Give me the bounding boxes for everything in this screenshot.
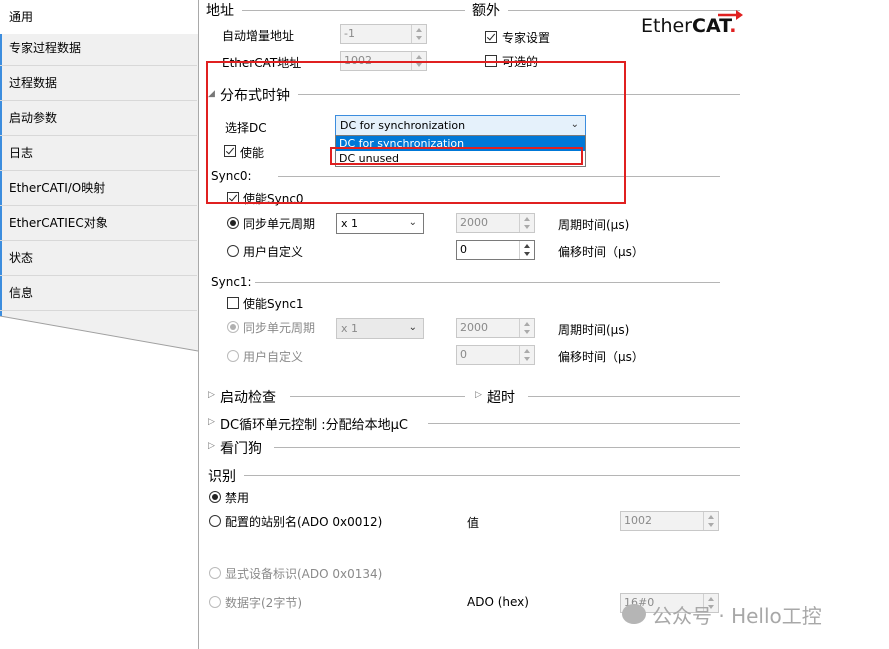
spinbox-value: 2000 [460, 321, 488, 334]
sync0-sync-unit-radio[interactable] [227, 217, 239, 229]
sync0-multiplier-dropdown[interactable]: x 1 ⌄ [336, 213, 424, 234]
sync0-user-defined-radio[interactable] [227, 245, 239, 257]
spinbox-value: 0 [460, 243, 467, 256]
tab-label: EtherCATI/O映射 [9, 181, 106, 195]
spinbox-arrows-icon[interactable] [411, 25, 426, 43]
tab-info[interactable]: 信息 [0, 276, 199, 310]
expand-triangle-icon[interactable]: ▷ [208, 441, 215, 451]
sync0-cycle-time-label: 周期时间(μs) [558, 218, 630, 232]
sync0-offset-time-label: 偏移时间（μs） [558, 245, 644, 259]
spinbox-arrows-icon[interactable] [519, 346, 534, 364]
auto-increment-address-spinbox[interactable]: -1 [340, 24, 427, 44]
spinbox-value: 2000 [460, 216, 488, 229]
sync0-cycle-time-spinbox[interactable]: 2000 [456, 213, 535, 233]
radio-dot-icon [230, 324, 236, 330]
timeout-header[interactable]: 超时 [487, 387, 515, 407]
extra-section-rule [472, 10, 740, 11]
watchdog-header[interactable]: 看门狗 [220, 438, 262, 458]
sync1-rule [255, 282, 720, 283]
watermark-text: 公众号 · Hello工控 [652, 604, 822, 628]
sync1-enable-label: 使能Sync1 [243, 297, 304, 311]
dropdown-value: x 1 [341, 217, 359, 230]
tab-label: 启动参数 [9, 111, 58, 125]
sync1-offset-time-label: 偏移时间（μs） [558, 350, 644, 364]
radio-dot-icon [212, 494, 218, 500]
wechat-icon [622, 604, 646, 624]
sync1-cycle-time-label: 周期时间(μs) [558, 323, 630, 337]
tab-label: EtherCATIEC对象 [9, 216, 108, 230]
sync1-user-defined-label: 用户自定义 [243, 350, 304, 364]
spinbox-arrows-icon[interactable] [703, 512, 718, 530]
auto-increment-address-label: 自动增量地址 [222, 29, 295, 43]
ident-explicit-radio[interactable] [209, 567, 221, 579]
tab-general[interactable]: 通用 [0, 0, 198, 34]
ident-alias-radio[interactable] [209, 515, 221, 527]
sync0-user-defined-label: 用户自定义 [243, 245, 304, 259]
highlight-box-dc-section [206, 61, 626, 204]
ident-explicit-label: 显式设备标识(ADO 0x0134) [225, 567, 383, 581]
sync0-offset-spinbox[interactable]: 0 [456, 240, 535, 260]
ident-section-rule [244, 475, 740, 476]
sync1-sync-unit-radio[interactable] [227, 321, 239, 333]
sync1-offset-spinbox[interactable]: 0 [456, 345, 535, 365]
tab-label: 信息 [9, 286, 34, 300]
ident-alias-label: 配置的站别名(ADO 0x0012) [225, 515, 383, 529]
ethercat-logo-arrow-icon [718, 10, 743, 20]
sync1-cycle-time-spinbox[interactable]: 2000 [456, 318, 535, 338]
tab-ethercat-iec-objects[interactable]: EtherCATIEC对象 [0, 206, 199, 240]
expand-triangle-icon[interactable]: ▷ [208, 390, 215, 400]
sync1-header: Sync1: [211, 275, 252, 289]
startup-check-rule [290, 396, 465, 397]
expand-triangle-icon[interactable]: ▷ [208, 417, 215, 427]
spinbox-value: 1002 [624, 514, 652, 527]
ado-hex-label: ADO (hex) [467, 595, 529, 609]
spinbox-arrows-icon[interactable] [519, 241, 534, 259]
ident-dataword-label: 数据字(2字节) [225, 596, 302, 610]
dropdown-value: x 1 [341, 322, 359, 335]
sync1-sync-unit-label: 同步单元周期 [243, 321, 316, 335]
spinbox-arrows-icon[interactable] [519, 214, 534, 232]
tab-label: 过程数据 [9, 76, 58, 90]
ident-value-label: 值 [467, 516, 480, 530]
spinbox-value: -1 [344, 27, 355, 40]
tab-startup-params[interactable]: 启动参数 [0, 101, 199, 135]
expert-settings-checkbox[interactable] [485, 31, 497, 43]
tab-label: 日志 [9, 146, 34, 160]
logo-text-plain: Ether [641, 15, 692, 37]
chevron-down-icon: ⌄ [408, 322, 417, 333]
tab-status[interactable]: 状态 [0, 241, 199, 275]
spinbox-value: 0 [460, 348, 467, 361]
extra-section-header: 额外 [472, 0, 508, 20]
dc-cycle-control-header[interactable]: DC循环单元控制 :分配给本地μC [220, 414, 408, 433]
address-section-header: 地址 [206, 0, 242, 20]
timeout-rule [528, 396, 740, 397]
sync1-enable-checkbox[interactable] [227, 297, 239, 309]
ident-dataword-radio[interactable] [209, 596, 221, 608]
radio-dot-icon [230, 220, 236, 226]
ident-alias-value-spinbox[interactable]: 1002 [620, 511, 719, 531]
ident-disabled-label: 禁用 [225, 491, 250, 505]
expert-settings-label: 专家设置 [502, 31, 551, 45]
watchdog-rule [274, 447, 740, 448]
chevron-down-icon: ⌄ [408, 217, 417, 228]
tab-expert-process-data[interactable]: 专家过程数据 [0, 31, 199, 65]
ident-disabled-radio[interactable] [209, 491, 221, 503]
sync1-user-defined-radio[interactable] [227, 350, 239, 362]
tab-label: 状态 [9, 251, 34, 265]
checkmark-icon [486, 31, 496, 41]
tab-label: 通用 [9, 10, 34, 24]
tab-divider [0, 310, 197, 311]
tab-log[interactable]: 日志 [0, 136, 199, 170]
tab-ethercat-io-mapping[interactable]: EtherCATI/O映射 [0, 171, 199, 205]
dc-cycle-control-rule [428, 423, 740, 424]
expand-triangle-icon[interactable]: ▷ [475, 390, 482, 400]
ident-section-header: 识别 [208, 469, 236, 485]
tab-label: 专家过程数据 [9, 41, 82, 55]
address-section-rule [210, 10, 465, 11]
sync0-sync-unit-label: 同步单元周期 [243, 217, 316, 231]
tab-process-data[interactable]: 过程数据 [0, 66, 199, 100]
startup-check-header[interactable]: 启动检查 [220, 387, 276, 407]
spinbox-arrows-icon[interactable] [519, 319, 534, 337]
sync1-multiplier-dropdown[interactable]: x 1 ⌄ [336, 318, 424, 339]
